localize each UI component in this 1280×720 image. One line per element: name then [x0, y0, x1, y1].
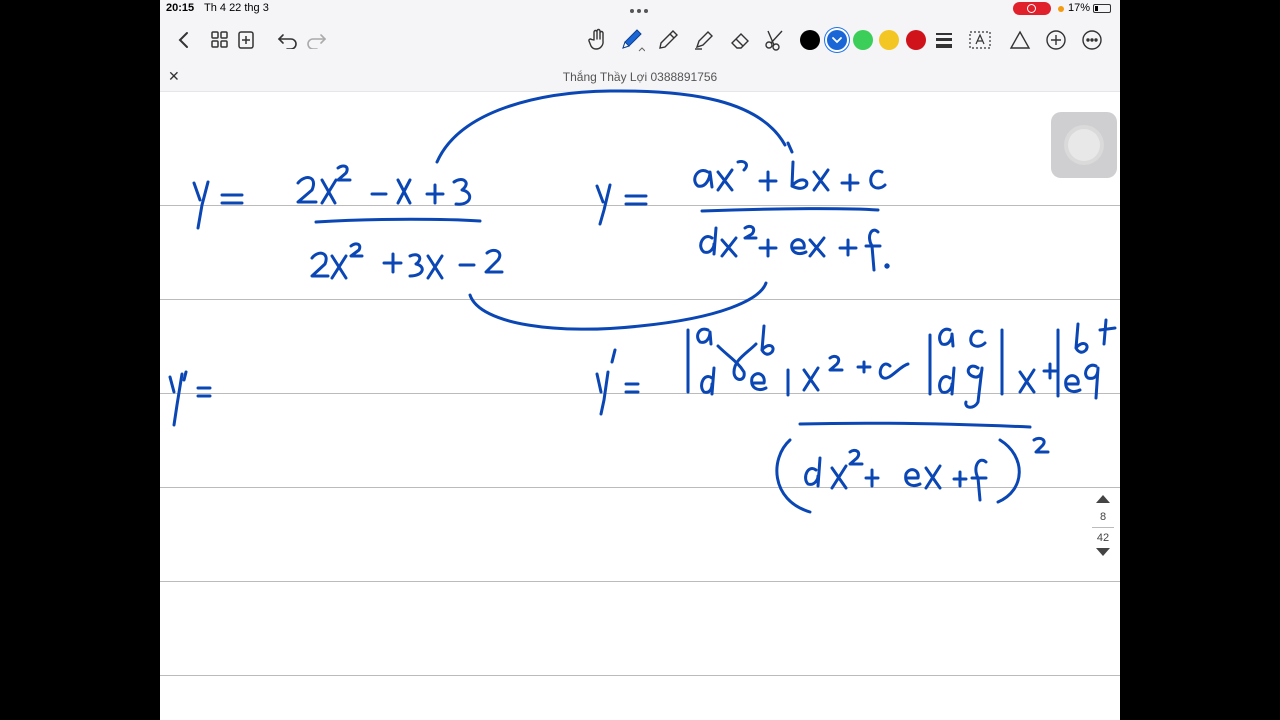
ipad-screen: 20:15 Th 4 22 thg 3 17% ✕ Thắng Thầy Lợi… [160, 0, 1120, 720]
total-pages: 42 [1096, 532, 1110, 544]
page-up-icon[interactable] [1096, 495, 1110, 503]
handwriting-canvas[interactable] [160, 0, 1120, 720]
page-navigator: 8 42 [1090, 495, 1116, 575]
assistive-touch-button[interactable] [1051, 112, 1117, 178]
current-page: 8 [1099, 511, 1107, 523]
page-down-icon[interactable] [1096, 548, 1110, 556]
